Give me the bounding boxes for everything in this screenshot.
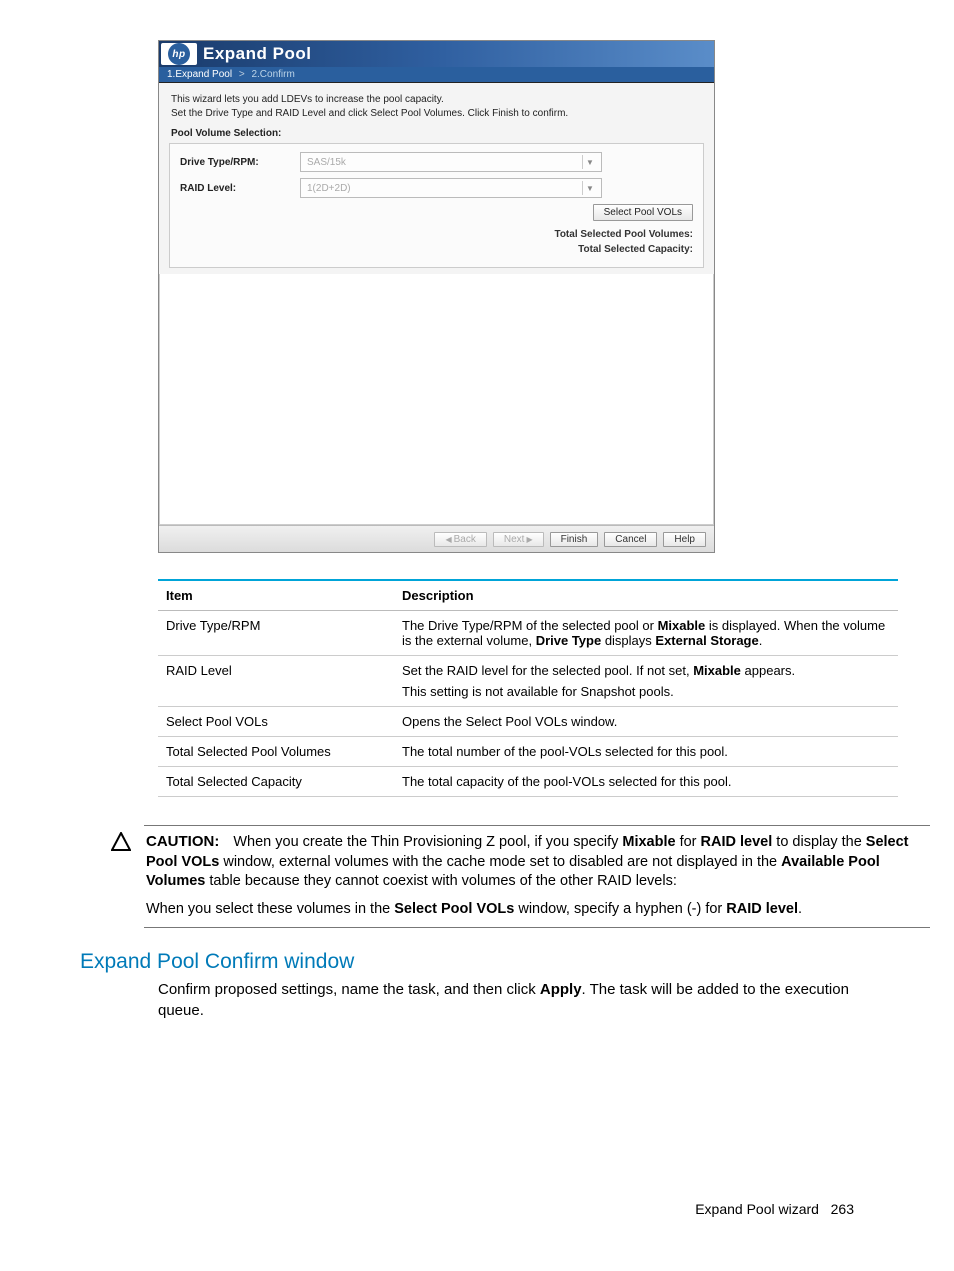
item-cell: Select Pool VOLs xyxy=(158,707,394,737)
drive-type-dropdown[interactable]: SAS/15k ▼ xyxy=(300,152,602,172)
description-table: Item Description Drive Type/RPM The Driv… xyxy=(158,579,898,797)
step-separator: > xyxy=(239,69,245,80)
footer-label: Expand Pool wizard xyxy=(695,1201,819,1217)
intro-line-2: Set the Drive Type and RAID Level and cl… xyxy=(171,107,702,121)
item-cell: Total Selected Capacity xyxy=(158,767,394,797)
hp-logo-icon: hp xyxy=(168,43,190,65)
item-cell: Drive Type/RPM xyxy=(158,611,394,656)
wizard-step-1: 1.Expand Pool xyxy=(167,69,232,80)
chevron-down-icon: ▼ xyxy=(582,155,597,169)
wizard-titlebar: hp Expand Pool xyxy=(159,41,714,67)
table-row: RAID Level Set the RAID level for the se… xyxy=(158,656,898,707)
wizard-intro: This wizard lets you add LDEVs to increa… xyxy=(171,93,702,120)
desc-cell: The total capacity of the pool-VOLs sele… xyxy=(394,767,898,797)
table-row: Total Selected Capacity The total capaci… xyxy=(158,767,898,797)
desc-cell: The total number of the pool-VOLs select… xyxy=(394,737,898,767)
drive-type-value: SAS/15k xyxy=(307,157,346,168)
raid-level-label: RAID Level: xyxy=(180,183,300,194)
back-button[interactable]: ◀Back xyxy=(434,532,486,547)
drive-type-label: Drive Type/RPM: xyxy=(180,157,300,168)
col-description: Description xyxy=(394,580,898,611)
wizard-title: Expand Pool xyxy=(203,44,311,64)
section-body: Confirm proposed settings, name the task… xyxy=(158,980,898,1021)
item-cell: RAID Level xyxy=(158,656,394,707)
wizard-body: This wizard lets you add LDEVs to increa… xyxy=(159,83,714,274)
page-footer: Expand Pool wizard 263 xyxy=(80,1201,904,1217)
intro-line-1: This wizard lets you add LDEVs to increa… xyxy=(171,93,702,107)
finish-button[interactable]: Finish xyxy=(550,532,599,547)
desc-cell: The Drive Type/RPM of the selected pool … xyxy=(394,611,898,656)
desc-cell: Opens the Select Pool VOLs window. xyxy=(394,707,898,737)
help-button[interactable]: Help xyxy=(663,532,706,547)
hp-logo-wrap: hp xyxy=(161,43,197,65)
table-row: Drive Type/RPM The Drive Type/RPM of the… xyxy=(158,611,898,656)
caution-icon xyxy=(110,831,132,853)
cancel-button[interactable]: Cancel xyxy=(604,532,657,547)
page-number: 263 xyxy=(831,1201,854,1217)
select-pool-vols-button[interactable]: Select Pool VOLs xyxy=(593,204,693,221)
triangle-right-icon: ▶ xyxy=(526,535,532,544)
section-heading: Expand Pool Confirm window xyxy=(80,950,904,974)
next-button[interactable]: Next▶ xyxy=(493,532,544,547)
caution-block: CAUTION: When you create the Thin Provis… xyxy=(110,825,930,928)
chevron-down-icon: ▼ xyxy=(582,181,597,195)
item-cell: Total Selected Pool Volumes xyxy=(158,737,394,767)
wizard-empty-area xyxy=(159,274,714,525)
desc-cell: Set the RAID level for the selected pool… xyxy=(394,656,898,707)
wizard-steps: 1.Expand Pool > 2.Confirm xyxy=(159,67,714,83)
col-item: Item xyxy=(158,580,394,611)
total-selected-capacity-label: Total Selected Capacity: xyxy=(180,242,693,257)
expand-pool-wizard: hp Expand Pool 1.Expand Pool > 2.Confirm… xyxy=(158,40,715,553)
caution-label: CAUTION: xyxy=(146,833,219,850)
raid-level-value: 1(2D+2D) xyxy=(307,183,351,194)
wizard-step-2: 2.Confirm xyxy=(251,69,294,80)
pool-volume-section-label: Pool Volume Selection: xyxy=(171,128,702,139)
table-row: Select Pool VOLs Opens the Select Pool V… xyxy=(158,707,898,737)
table-row: Total Selected Pool Volumes The total nu… xyxy=(158,737,898,767)
wizard-footer: ◀Back Next▶ Finish Cancel Help xyxy=(159,525,714,552)
raid-level-dropdown[interactable]: 1(2D+2D) ▼ xyxy=(300,178,602,198)
pool-volume-section: Drive Type/RPM: SAS/15k ▼ RAID Level: 1(… xyxy=(169,143,704,268)
total-selected-volumes-label: Total Selected Pool Volumes: xyxy=(180,227,693,242)
triangle-left-icon: ◀ xyxy=(445,535,451,544)
